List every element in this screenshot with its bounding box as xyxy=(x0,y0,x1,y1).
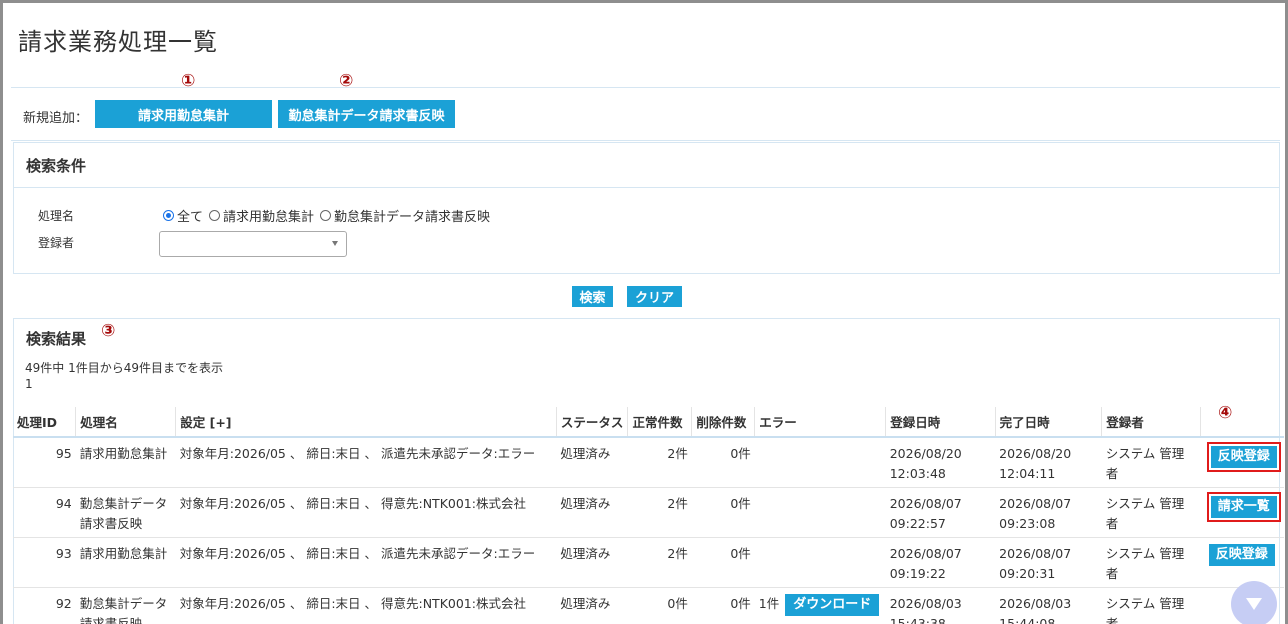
cell-action: 請求一覧 xyxy=(1200,487,1284,538)
results-table: 処理ID 処理名 設定 [+] ステータス 正常件数 削除件数 エラー 登録日時… xyxy=(13,407,1284,624)
divider xyxy=(14,187,1279,188)
cell-id: 95 xyxy=(13,437,76,488)
download-button[interactable]: ダウンロード xyxy=(785,593,880,616)
cell-registrant: システム 管理者 xyxy=(1101,537,1201,588)
chevron-down-icon xyxy=(1246,598,1262,610)
cell-registered-at: 2026/08/07 09:22:57 xyxy=(885,487,996,538)
column-header-id[interactable]: 処理ID xyxy=(13,407,76,438)
cell-registrant: システム 管理者 xyxy=(1101,587,1201,624)
column-header-registered-at[interactable]: 登録日時 xyxy=(885,407,996,438)
cell-setting: 対象年月:2026/05 、 締日:末日 、 派遣先未承認データ:エラー xyxy=(175,537,557,588)
new-attendance-aggregation-button[interactable]: 請求用勤怠集計 xyxy=(95,100,272,128)
annotation-marker-3: ③ xyxy=(101,321,116,341)
page-frame: 請求業務処理一覧 ① ② 新規追加： 請求用勤怠集計 勤怠集計データ請求書反映 … xyxy=(0,0,1288,624)
cell-status: 処理済み xyxy=(556,537,628,588)
results-summary: 49件中 1件目から49件目までを表示 1 xyxy=(25,361,223,392)
registrant-select[interactable] xyxy=(159,231,347,257)
cell-action: 反映登録 xyxy=(1200,437,1284,488)
cell-id: 92 xyxy=(13,587,76,624)
cell-error xyxy=(754,437,886,488)
registrant-label: 登録者 xyxy=(38,236,75,250)
reflect-register-button[interactable]: 反映登録 xyxy=(1208,543,1275,566)
cell-name: 請求用勤怠集計 xyxy=(75,537,176,588)
cell-action: 反映登録 xyxy=(1200,537,1284,588)
cell-deleted-count: 0件 xyxy=(691,537,755,588)
radio-unchecked-icon xyxy=(320,210,332,221)
cell-completed-at: 2026/08/07 09:20:31 xyxy=(995,537,1102,588)
cell-error: 1件 ダウンロード xyxy=(754,587,886,624)
column-header-normal-count[interactable]: 正常件数 xyxy=(627,407,692,438)
cell-status: 処理済み xyxy=(556,587,628,624)
cell-registered-at: 2026/08/07 09:19:22 xyxy=(885,537,996,588)
cell-normal-count: 2件 xyxy=(627,537,692,588)
cell-registered-at: 2026/08/20 12:03:48 xyxy=(885,437,996,488)
cell-name: 勤怠集計データ請求書反映 xyxy=(75,487,176,538)
cell-error xyxy=(754,537,886,588)
column-header-name[interactable]: 処理名 xyxy=(75,407,176,438)
annotation-marker-1: ① xyxy=(181,71,196,91)
search-conditions-title: 検索条件 xyxy=(26,157,87,175)
radio-all[interactable]: 全て xyxy=(163,206,203,225)
cell-deleted-count: 0件 xyxy=(691,437,755,488)
column-header-deleted-count[interactable]: 削除件数 xyxy=(691,407,755,438)
radio-invoice-reflection[interactable]: 勤怠集計データ請求書反映 xyxy=(320,206,490,225)
cell-status: 処理済み xyxy=(556,437,628,488)
cell-status: 処理済み xyxy=(556,487,628,538)
table-row: 94 勤怠集計データ請求書反映 対象年月:2026/05 、 締日:末日 、 得… xyxy=(13,487,1284,538)
cell-setting: 対象年月:2026/05 、 締日:末日 、 派遣先未承認データ:エラー xyxy=(175,437,557,488)
divider xyxy=(11,140,1280,141)
cell-id: 93 xyxy=(13,537,76,588)
clear-button[interactable]: クリア xyxy=(627,286,682,307)
search-results-title: 検索結果 xyxy=(26,330,87,348)
cell-completed-at: 2026/08/03 15:44:08 xyxy=(995,587,1102,624)
new-invoice-reflection-button[interactable]: 勤怠集計データ請求書反映 xyxy=(278,100,455,128)
search-button[interactable]: 検索 xyxy=(572,286,613,307)
cell-normal-count: 2件 xyxy=(627,487,692,538)
table-row: 93 請求用勤怠集計 対象年月:2026/05 、 締日:末日 、 派遣先未承認… xyxy=(13,537,1284,588)
cell-completed-at: 2026/08/20 12:04:11 xyxy=(995,437,1102,488)
cell-normal-count: 2件 xyxy=(627,437,692,488)
radio-attendance-aggregation[interactable]: 請求用勤怠集計 xyxy=(209,206,314,225)
cell-setting: 対象年月:2026/05 、 締日:末日 、 得意先:NTK001:株式会社 xyxy=(175,587,557,624)
cell-deleted-count: 0件 xyxy=(691,587,755,624)
cell-id: 94 xyxy=(13,487,76,538)
invoice-list-button[interactable]: 請求一覧 xyxy=(1206,491,1281,522)
reflect-register-button[interactable]: 反映登録 xyxy=(1206,442,1281,472)
divider xyxy=(11,87,1280,88)
column-header-action xyxy=(1200,407,1284,438)
pagination-page[interactable]: 1 xyxy=(25,376,223,392)
cell-registrant: システム 管理者 xyxy=(1101,487,1201,538)
table-row: 92 勤怠集計データ請求書反映 対象年月:2026/05 、 締日:末日 、 得… xyxy=(13,587,1284,624)
column-header-setting[interactable]: 設定 [+] xyxy=(175,407,557,438)
cell-name: 請求用勤怠集計 xyxy=(75,437,176,488)
cell-completed-at: 2026/08/07 09:23:08 xyxy=(995,487,1102,538)
scroll-down-button[interactable] xyxy=(1231,581,1277,624)
column-header-status[interactable]: ステータス xyxy=(555,407,628,438)
cell-normal-count: 0件 xyxy=(627,587,692,624)
cell-registrant: システム 管理者 xyxy=(1101,437,1201,488)
new-add-label: 新規追加： xyxy=(23,111,89,126)
cell-name: 勤怠集計データ請求書反映 xyxy=(75,587,176,624)
column-header-error[interactable]: エラー xyxy=(754,407,886,438)
column-header-registrant[interactable]: 登録者 xyxy=(1101,407,1201,438)
cell-deleted-count: 0件 xyxy=(691,487,755,538)
table-header-row: 処理ID 処理名 設定 [+] ステータス 正常件数 削除件数 エラー 登録日時… xyxy=(13,407,1284,438)
process-name-radio-group: 全て 請求用勤怠集計 勤怠集計データ請求書反映 xyxy=(163,206,496,225)
cell-error xyxy=(754,487,886,538)
table-row: 95 請求用勤怠集計 対象年月:2026/05 、 締日:末日 、 派遣先未承認… xyxy=(13,437,1284,488)
error-count: 1件 xyxy=(758,595,780,611)
cell-registered-at: 2026/08/03 15:43:38 xyxy=(885,587,996,624)
cell-setting: 対象年月:2026/05 、 締日:末日 、 得意先:NTK001:株式会社 xyxy=(175,487,557,538)
process-name-label: 処理名 xyxy=(38,209,75,223)
dropdown-arrow-icon xyxy=(332,241,338,246)
column-header-completed-at[interactable]: 完了日時 xyxy=(994,407,1102,438)
radio-checked-icon xyxy=(163,210,174,221)
radio-unchecked-icon xyxy=(209,210,221,221)
annotation-marker-2: ② xyxy=(339,71,354,91)
page-title: 請求業務処理一覧 xyxy=(18,28,218,56)
